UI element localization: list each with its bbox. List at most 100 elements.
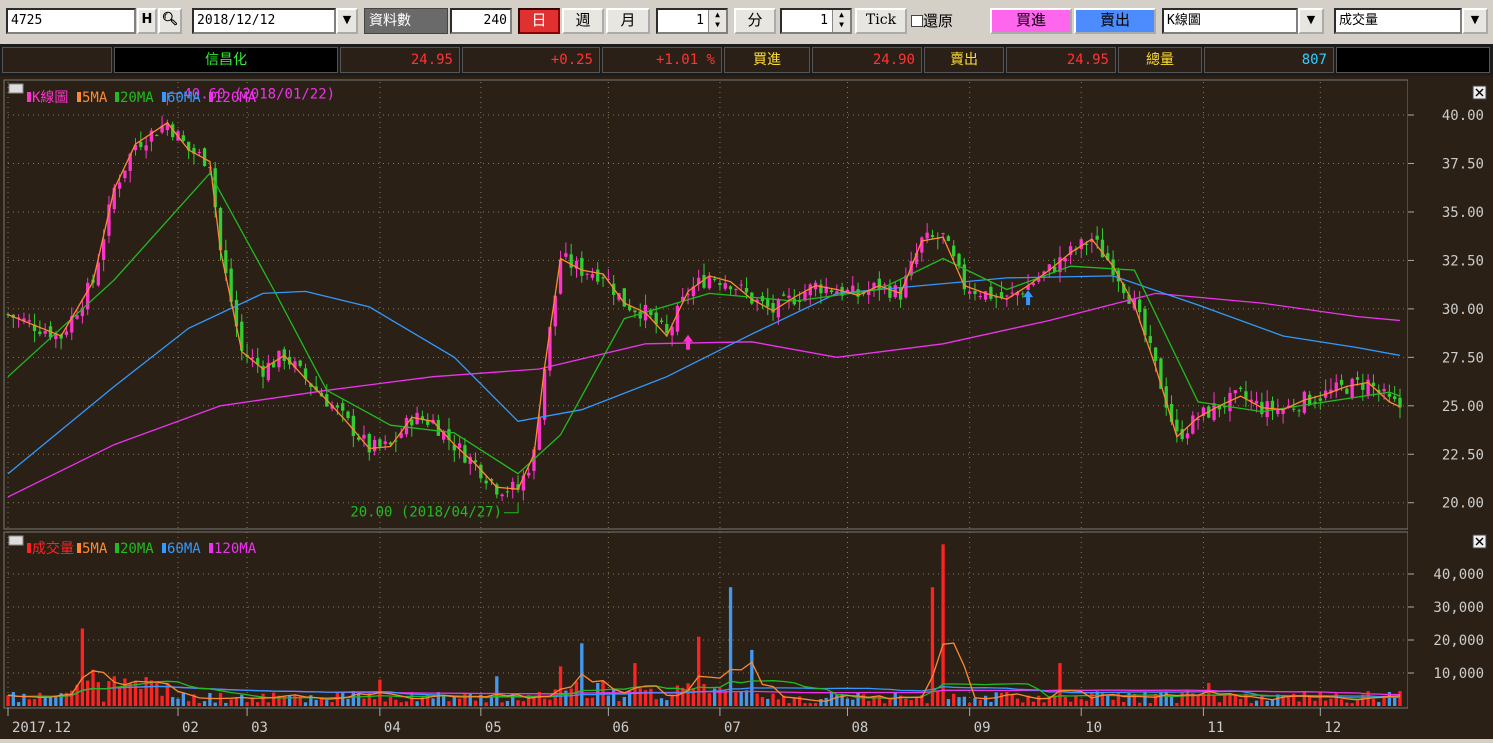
volume-bar bbox=[744, 690, 749, 706]
history-button[interactable]: H bbox=[137, 8, 157, 34]
candle-body bbox=[659, 320, 664, 323]
tick-input[interactable]: 1 ▲ ▼ bbox=[780, 8, 852, 34]
data-count-input[interactable]: 240 bbox=[450, 8, 512, 34]
search-icon[interactable]: 🔍︎ bbox=[158, 8, 182, 34]
volume-bar bbox=[856, 693, 860, 706]
candle-body bbox=[967, 291, 972, 294]
price-panel-menu-icon[interactable] bbox=[8, 83, 24, 94]
change-percent: +1.01 % bbox=[602, 47, 722, 73]
volume-bar bbox=[697, 636, 701, 706]
candle-body bbox=[1079, 239, 1083, 249]
buy-button[interactable]: 買進 bbox=[990, 8, 1072, 34]
minute-input[interactable]: 1 ▲ ▼ bbox=[656, 8, 728, 34]
volume-bar bbox=[399, 702, 403, 706]
candle-body bbox=[1350, 378, 1354, 398]
candle-body bbox=[957, 253, 961, 266]
candle-body bbox=[1138, 299, 1142, 313]
volume-bar bbox=[388, 696, 393, 706]
checkbox-icon[interactable] bbox=[911, 15, 923, 27]
volume-bar bbox=[824, 697, 828, 706]
volume-bar bbox=[1074, 696, 1078, 706]
bid-label: 買進 bbox=[724, 47, 810, 73]
volume-bar bbox=[293, 694, 297, 706]
candle-body bbox=[27, 320, 31, 322]
volume-bar bbox=[766, 698, 770, 706]
chart-type-dropdown-icon[interactable]: ▼ bbox=[1298, 8, 1324, 34]
symbol-input[interactable]: 4725 bbox=[6, 8, 136, 34]
day-button[interactable]: 日 bbox=[518, 8, 560, 34]
volume-bar bbox=[978, 700, 982, 706]
volume-bar bbox=[909, 700, 913, 706]
volume-bar bbox=[914, 697, 919, 706]
candle-body bbox=[585, 273, 589, 275]
price-tick-label: 25.00 bbox=[1442, 399, 1484, 415]
volume-bar bbox=[22, 693, 26, 706]
chart-type-select[interactable]: K線圖 bbox=[1162, 8, 1298, 34]
price-tick-label: 20.00 bbox=[1442, 496, 1484, 512]
volume-bar bbox=[484, 702, 488, 706]
candle-body bbox=[734, 289, 738, 291]
sell-button[interactable]: 賣出 bbox=[1074, 8, 1156, 34]
volume-bar bbox=[11, 692, 15, 706]
volume-bar bbox=[1249, 703, 1253, 706]
date-dropdown-icon[interactable]: ▼ bbox=[336, 8, 358, 34]
tick-value: 1 bbox=[820, 13, 828, 28]
volume-bar bbox=[489, 697, 494, 706]
candle-body bbox=[1084, 243, 1089, 246]
volume-panel-close-icon[interactable] bbox=[1472, 534, 1487, 549]
volume-legend-item: 成交量 bbox=[32, 540, 74, 557]
volume-bar bbox=[240, 694, 244, 706]
restore-checkbox[interactable]: 還原 bbox=[911, 8, 981, 34]
date-input[interactable]: 2018/12/12 bbox=[192, 8, 336, 34]
volume-panel-menu-icon[interactable] bbox=[8, 535, 24, 546]
volume-bar bbox=[452, 696, 456, 706]
minute-button[interactable]: 分 bbox=[734, 8, 776, 34]
volume-bar bbox=[1265, 700, 1269, 706]
volume-bar bbox=[1063, 696, 1067, 706]
volume-bar bbox=[1196, 695, 1200, 706]
candle-body bbox=[1010, 292, 1014, 294]
volume-bar bbox=[776, 699, 781, 706]
volume-bar bbox=[617, 701, 621, 706]
candle-body bbox=[351, 415, 355, 436]
tick-button[interactable]: Tick bbox=[855, 8, 907, 34]
price-tick-label: 40.00 bbox=[1442, 108, 1484, 124]
indicator-select[interactable]: 成交量 bbox=[1334, 8, 1462, 34]
volume-bar bbox=[319, 698, 324, 706]
candle-body bbox=[739, 284, 743, 286]
volume-bar bbox=[882, 703, 887, 706]
volume-bar bbox=[420, 695, 425, 706]
tick-spinner-icon[interactable]: ▲ ▼ bbox=[832, 10, 850, 32]
candle-body bbox=[978, 296, 982, 298]
price-panel-close-icon[interactable] bbox=[1472, 85, 1487, 100]
x-tick-label: 10 bbox=[1085, 720, 1102, 736]
volume-bar bbox=[1031, 701, 1036, 706]
candle-body bbox=[877, 278, 881, 290]
minute-value: 1 bbox=[696, 13, 704, 28]
week-button[interactable]: 週 bbox=[562, 8, 604, 34]
volume-bar bbox=[691, 688, 696, 706]
volume-bar bbox=[665, 700, 669, 706]
volume-bar bbox=[888, 699, 892, 706]
candle-body bbox=[64, 331, 69, 335]
volume-bar bbox=[505, 700, 510, 706]
volume-bar bbox=[792, 697, 796, 706]
indicator-dropdown-icon[interactable]: ▼ bbox=[1462, 8, 1488, 34]
volume-bar bbox=[952, 693, 956, 706]
volume-bar bbox=[1005, 692, 1009, 706]
volume-legend-swatch bbox=[77, 543, 81, 553]
candle-body bbox=[590, 274, 595, 278]
volume-bar bbox=[1345, 702, 1349, 706]
volume-bar bbox=[1377, 702, 1381, 706]
volume-bar bbox=[1122, 701, 1126, 706]
price-legend-swatch bbox=[115, 92, 119, 102]
chart-svg[interactable]: 40.00 37.50 35.00 32.50 30.00 27.50 25.00 22.50… bbox=[0, 76, 1493, 739]
candle-body bbox=[527, 472, 531, 476]
candle-body bbox=[1302, 391, 1307, 413]
volume-bar bbox=[208, 692, 212, 706]
month-button[interactable]: 月 bbox=[606, 8, 650, 34]
minute-spinner-icon[interactable]: ▲ ▼ bbox=[708, 10, 726, 32]
candle-body bbox=[155, 135, 159, 137]
volume-bar bbox=[202, 701, 207, 706]
volume-bar bbox=[851, 699, 855, 706]
